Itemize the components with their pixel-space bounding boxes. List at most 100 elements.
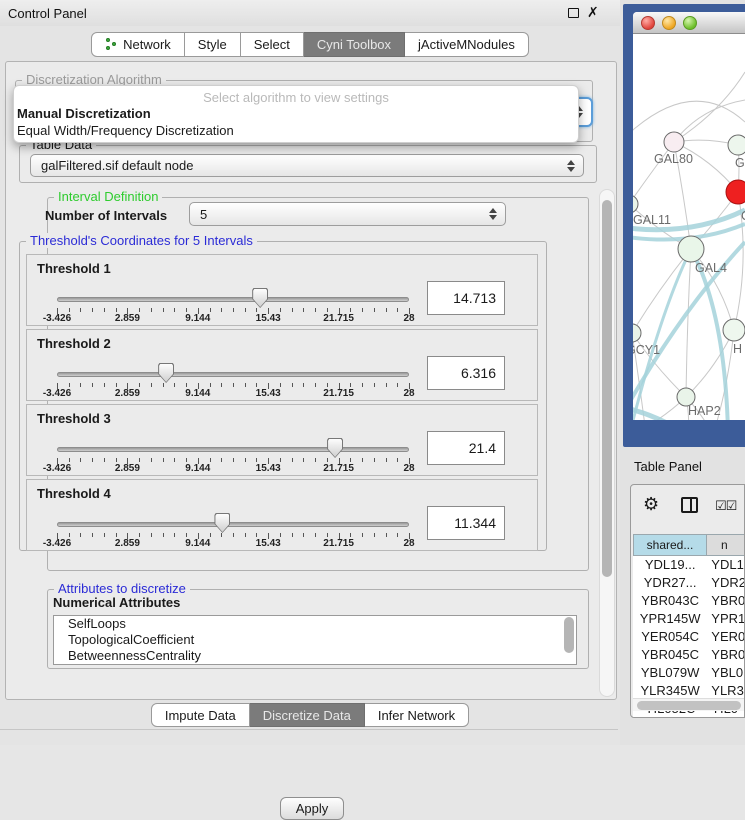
attribute-item-betweennesscentrality[interactable]: BetweennessCentrality xyxy=(54,648,576,664)
traffic-light-close-icon[interactable] xyxy=(641,16,655,30)
table-h-scrollbar[interactable] xyxy=(633,698,745,711)
panel-scrollbar[interactable] xyxy=(599,189,615,697)
threshold-4-value-field[interactable]: 11.344 xyxy=(427,506,505,540)
tick-mark xyxy=(350,383,351,387)
tick-label: 9.144 xyxy=(185,538,210,549)
column-header-name[interactable]: n xyxy=(707,534,745,556)
table-row-ybr045c[interactable]: YBR045CYBR0 xyxy=(633,646,745,664)
network-node-gal80[interactable] xyxy=(664,132,684,152)
right-column: GAL80GCGAL11GAL4GCY1HHAP2 Table Panel ⚙ … xyxy=(620,0,745,745)
threshold-3-value-field[interactable]: 21.4 xyxy=(427,431,505,465)
apply-button[interactable]: Apply xyxy=(280,797,344,820)
bottom-tab-impute-data[interactable]: Impute Data xyxy=(151,703,250,727)
numerical-attributes-list: SelfLoopsTopologicalCoefficientBetweenne… xyxy=(53,615,577,665)
attributes-group-label: Attributes to discretize xyxy=(54,581,190,596)
table-data-combobox[interactable]: galFiltered.sif default node xyxy=(30,154,584,177)
network-view-frame: GAL80GCGAL11GAL4GCY1HHAP2 xyxy=(623,4,745,447)
tick-label: 9.144 xyxy=(185,388,210,399)
tick-mark xyxy=(104,533,105,537)
tick-mark xyxy=(92,458,93,462)
tick-mark xyxy=(163,308,164,312)
bottom-tab-discretize-data[interactable]: Discretize Data xyxy=(250,703,365,727)
tick-mark xyxy=(386,458,387,462)
network-canvas[interactable]: GAL80GCGAL11GAL4GCY1HHAP2 xyxy=(633,34,745,420)
table-row-ydr27-[interactable]: YDR27...YDR2 xyxy=(633,574,745,592)
attribute-item-selfloops[interactable]: SelfLoops xyxy=(54,616,576,632)
close-icon[interactable]: ✗ xyxy=(587,4,599,21)
network-node-g[interactable] xyxy=(728,135,745,155)
tab-jactivemnodules[interactable]: jActiveMNodules xyxy=(405,32,529,57)
number-of-intervals-combobox[interactable]: 5 xyxy=(189,202,506,226)
tick-mark xyxy=(151,308,152,312)
network-node-gal4[interactable] xyxy=(678,236,704,262)
tab-select[interactable]: Select xyxy=(241,32,304,57)
network-node-gcy1[interactable] xyxy=(633,324,641,342)
cell-shared-name: YPR145W xyxy=(633,610,707,628)
threshold-1-slider-track[interactable] xyxy=(57,297,409,302)
top-tabs: NetworkStyleSelectCyni ToolboxjActiveMNo… xyxy=(0,32,620,57)
threshold-3-slider-track[interactable] xyxy=(57,447,409,452)
bottom-tab-discretize-data-label: Discretize Data xyxy=(263,708,351,723)
algorithm-option-equal-width-frequency-discretization[interactable]: Equal Width/Frequency Discretization xyxy=(17,123,577,140)
traffic-light-zoom-icon[interactable] xyxy=(683,16,697,30)
attributes-scrollbar-thumb[interactable] xyxy=(564,617,574,653)
column-header-shared-name[interactable]: shared... xyxy=(633,534,707,556)
tab-network[interactable]: Network xyxy=(91,32,185,57)
columns-icon[interactable] xyxy=(681,497,698,513)
threshold-2-slider-thumb[interactable] xyxy=(158,363,174,383)
threshold-3-slider-thumb[interactable] xyxy=(327,438,343,458)
select-columns-checkboxes-icon[interactable]: ☑☑ xyxy=(715,498,736,514)
network-edge[interactable] xyxy=(633,101,745,142)
table-h-scrollbar-thumb[interactable] xyxy=(637,701,741,710)
tick-mark xyxy=(69,533,70,537)
tick-mark xyxy=(386,383,387,387)
threshold-1-value-field[interactable]: 14.713 xyxy=(427,281,505,315)
tick-mark xyxy=(292,308,293,312)
tick-mark xyxy=(210,533,211,537)
attributes-scrollbar[interactable] xyxy=(564,617,574,663)
tick-mark xyxy=(245,383,246,387)
bottom-tab-impute-data-label: Impute Data xyxy=(165,708,236,723)
network-node-gal11[interactable] xyxy=(633,195,638,213)
gear-icon[interactable]: ⚙ xyxy=(643,495,659,513)
network-edge[interactable] xyxy=(686,249,691,397)
network-edge[interactable] xyxy=(674,72,745,142)
tick-mark xyxy=(163,383,164,387)
network-node-c[interactable] xyxy=(726,180,745,204)
tick-label: 2.859 xyxy=(115,313,140,324)
float-window-icon[interactable] xyxy=(568,8,579,18)
threshold-1-slider-thumb[interactable] xyxy=(252,288,268,308)
cell-shared-name: YBR045C xyxy=(633,646,707,664)
tab-style[interactable]: Style xyxy=(185,32,241,57)
traffic-light-minimize-icon[interactable] xyxy=(662,16,676,30)
tick-mark xyxy=(174,533,175,537)
tab-cyni-toolbox[interactable]: Cyni Toolbox xyxy=(304,32,405,57)
tick-label: 9.144 xyxy=(185,313,210,324)
attribute-item-topologicalcoefficient[interactable]: TopologicalCoefficient xyxy=(54,632,576,648)
threshold-4-slider-track[interactable] xyxy=(57,522,409,527)
network-node-h[interactable] xyxy=(723,319,745,341)
tick-label: 28 xyxy=(403,313,414,324)
algorithm-option-manual-discretization[interactable]: Manual Discretization xyxy=(17,106,577,123)
cell-shared-name: YBL079W xyxy=(633,664,707,682)
tick-mark xyxy=(315,533,316,537)
tick-mark xyxy=(174,383,175,387)
table-row-ybl079w[interactable]: YBL079WYBL0 xyxy=(633,664,745,682)
panel-scrollbar-thumb[interactable] xyxy=(602,200,612,577)
bottom-tab-infer-network[interactable]: Infer Network xyxy=(365,703,469,727)
threshold-2-value-field[interactable]: 6.316 xyxy=(427,356,505,390)
table-row-ybr043c[interactable]: YBR043CYBR0 xyxy=(633,592,745,610)
tick-mark xyxy=(116,533,117,537)
tick-mark xyxy=(233,458,234,462)
tick-label: 28 xyxy=(403,388,414,399)
threshold-2-slider-track[interactable] xyxy=(57,372,409,377)
algorithm-placeholder: Select algorithm to view settings xyxy=(14,90,578,105)
numerical-attributes-label: Numerical Attributes xyxy=(53,595,180,610)
table-header-row: shared... n xyxy=(633,534,745,556)
tick-mark xyxy=(350,533,351,537)
table-row-yer054c[interactable]: YER054CYER0 xyxy=(633,628,745,646)
table-row-ydl19-[interactable]: YDL19...YDL1 xyxy=(633,556,745,574)
threshold-4-slider-thumb[interactable] xyxy=(214,513,230,533)
tick-label: 21.715 xyxy=(323,388,354,399)
table-row-ypr145w[interactable]: YPR145WYPR1 xyxy=(633,610,745,628)
